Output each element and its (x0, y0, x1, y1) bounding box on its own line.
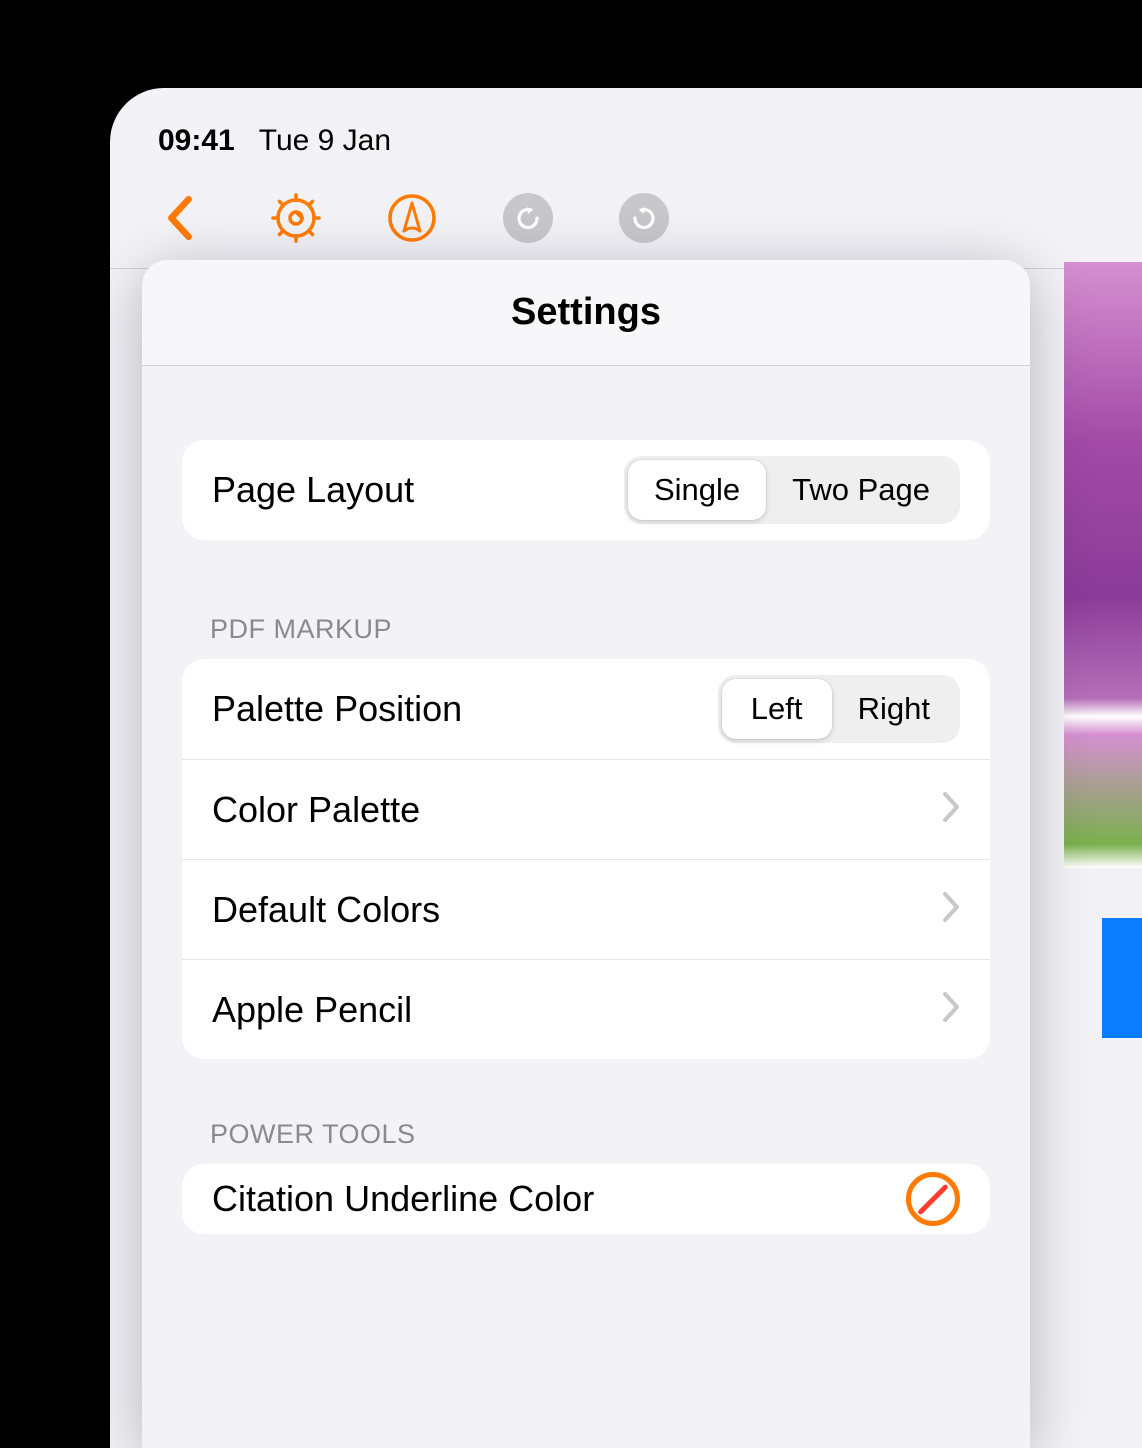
page-layout-option-two-page[interactable]: Two Page (766, 460, 956, 520)
back-button[interactable] (154, 192, 206, 244)
toolbar (110, 166, 1142, 268)
markup-tip-icon (387, 193, 437, 243)
popover-header: Settings (142, 260, 1030, 366)
color-palette-row[interactable]: Color Palette (182, 759, 990, 859)
status-date: Tue 9 Jan (259, 124, 391, 158)
background-photo-peek (1064, 262, 1142, 868)
device-bezel: 09:41 Tue 9 Jan (30, 20, 1142, 1448)
color-palette-label: Color Palette (212, 789, 420, 831)
pdf-markup-card: Palette Position Left Right Color Palett… (182, 659, 990, 1059)
power-tools-card: Citation Underline Color (182, 1164, 990, 1234)
chevron-left-icon (167, 196, 193, 240)
page-layout-label: Page Layout (212, 469, 414, 511)
undo-icon (503, 193, 553, 243)
settings-popover: Settings Page Layout Single Two Page (142, 260, 1030, 1448)
status-time: 09:41 (158, 124, 235, 158)
palette-position-row: Palette Position Left Right (182, 659, 990, 759)
apple-pencil-row[interactable]: Apple Pencil (182, 959, 990, 1059)
redo-button[interactable] (618, 192, 670, 244)
markup-button[interactable] (386, 192, 438, 244)
page-layout-card: Page Layout Single Two Page (182, 440, 990, 540)
section-header-pdf-markup: PDF MARKUP (182, 614, 990, 659)
undo-button[interactable] (502, 192, 554, 244)
redo-icon (619, 193, 669, 243)
status-bar: 09:41 Tue 9 Jan (110, 88, 1142, 166)
section-header-power-tools: POWER TOOLS (182, 1119, 990, 1164)
page-layout-segmented[interactable]: Single Two Page (624, 456, 960, 524)
palette-position-segmented[interactable]: Left Right (718, 675, 960, 743)
citation-color-swatch-icon (906, 1172, 960, 1226)
screen: 09:41 Tue 9 Jan (110, 88, 1142, 1448)
chevron-right-icon (942, 892, 960, 927)
gear-icon (271, 193, 321, 243)
chevron-right-icon (942, 992, 960, 1027)
default-colors-row[interactable]: Default Colors (182, 859, 990, 959)
device-frame: 09:41 Tue 9 Jan (0, 0, 1142, 1448)
page-layout-row: Page Layout Single Two Page (182, 440, 990, 540)
palette-position-label: Palette Position (212, 688, 462, 730)
apple-pencil-label: Apple Pencil (212, 989, 412, 1031)
page-layout-option-single[interactable]: Single (628, 460, 766, 520)
citation-underline-color-label: Citation Underline Color (212, 1178, 594, 1220)
chevron-right-icon (942, 792, 960, 827)
settings-button[interactable] (270, 192, 322, 244)
palette-position-option-left[interactable]: Left (722, 679, 832, 739)
citation-underline-color-row[interactable]: Citation Underline Color (182, 1164, 990, 1234)
background-blue-strip (1102, 918, 1142, 1038)
popover-title: Settings (511, 291, 661, 334)
default-colors-label: Default Colors (212, 889, 440, 931)
popover-body[interactable]: Page Layout Single Two Page PDF MARKUP P… (142, 366, 1030, 1234)
palette-position-option-right[interactable]: Right (832, 679, 956, 739)
